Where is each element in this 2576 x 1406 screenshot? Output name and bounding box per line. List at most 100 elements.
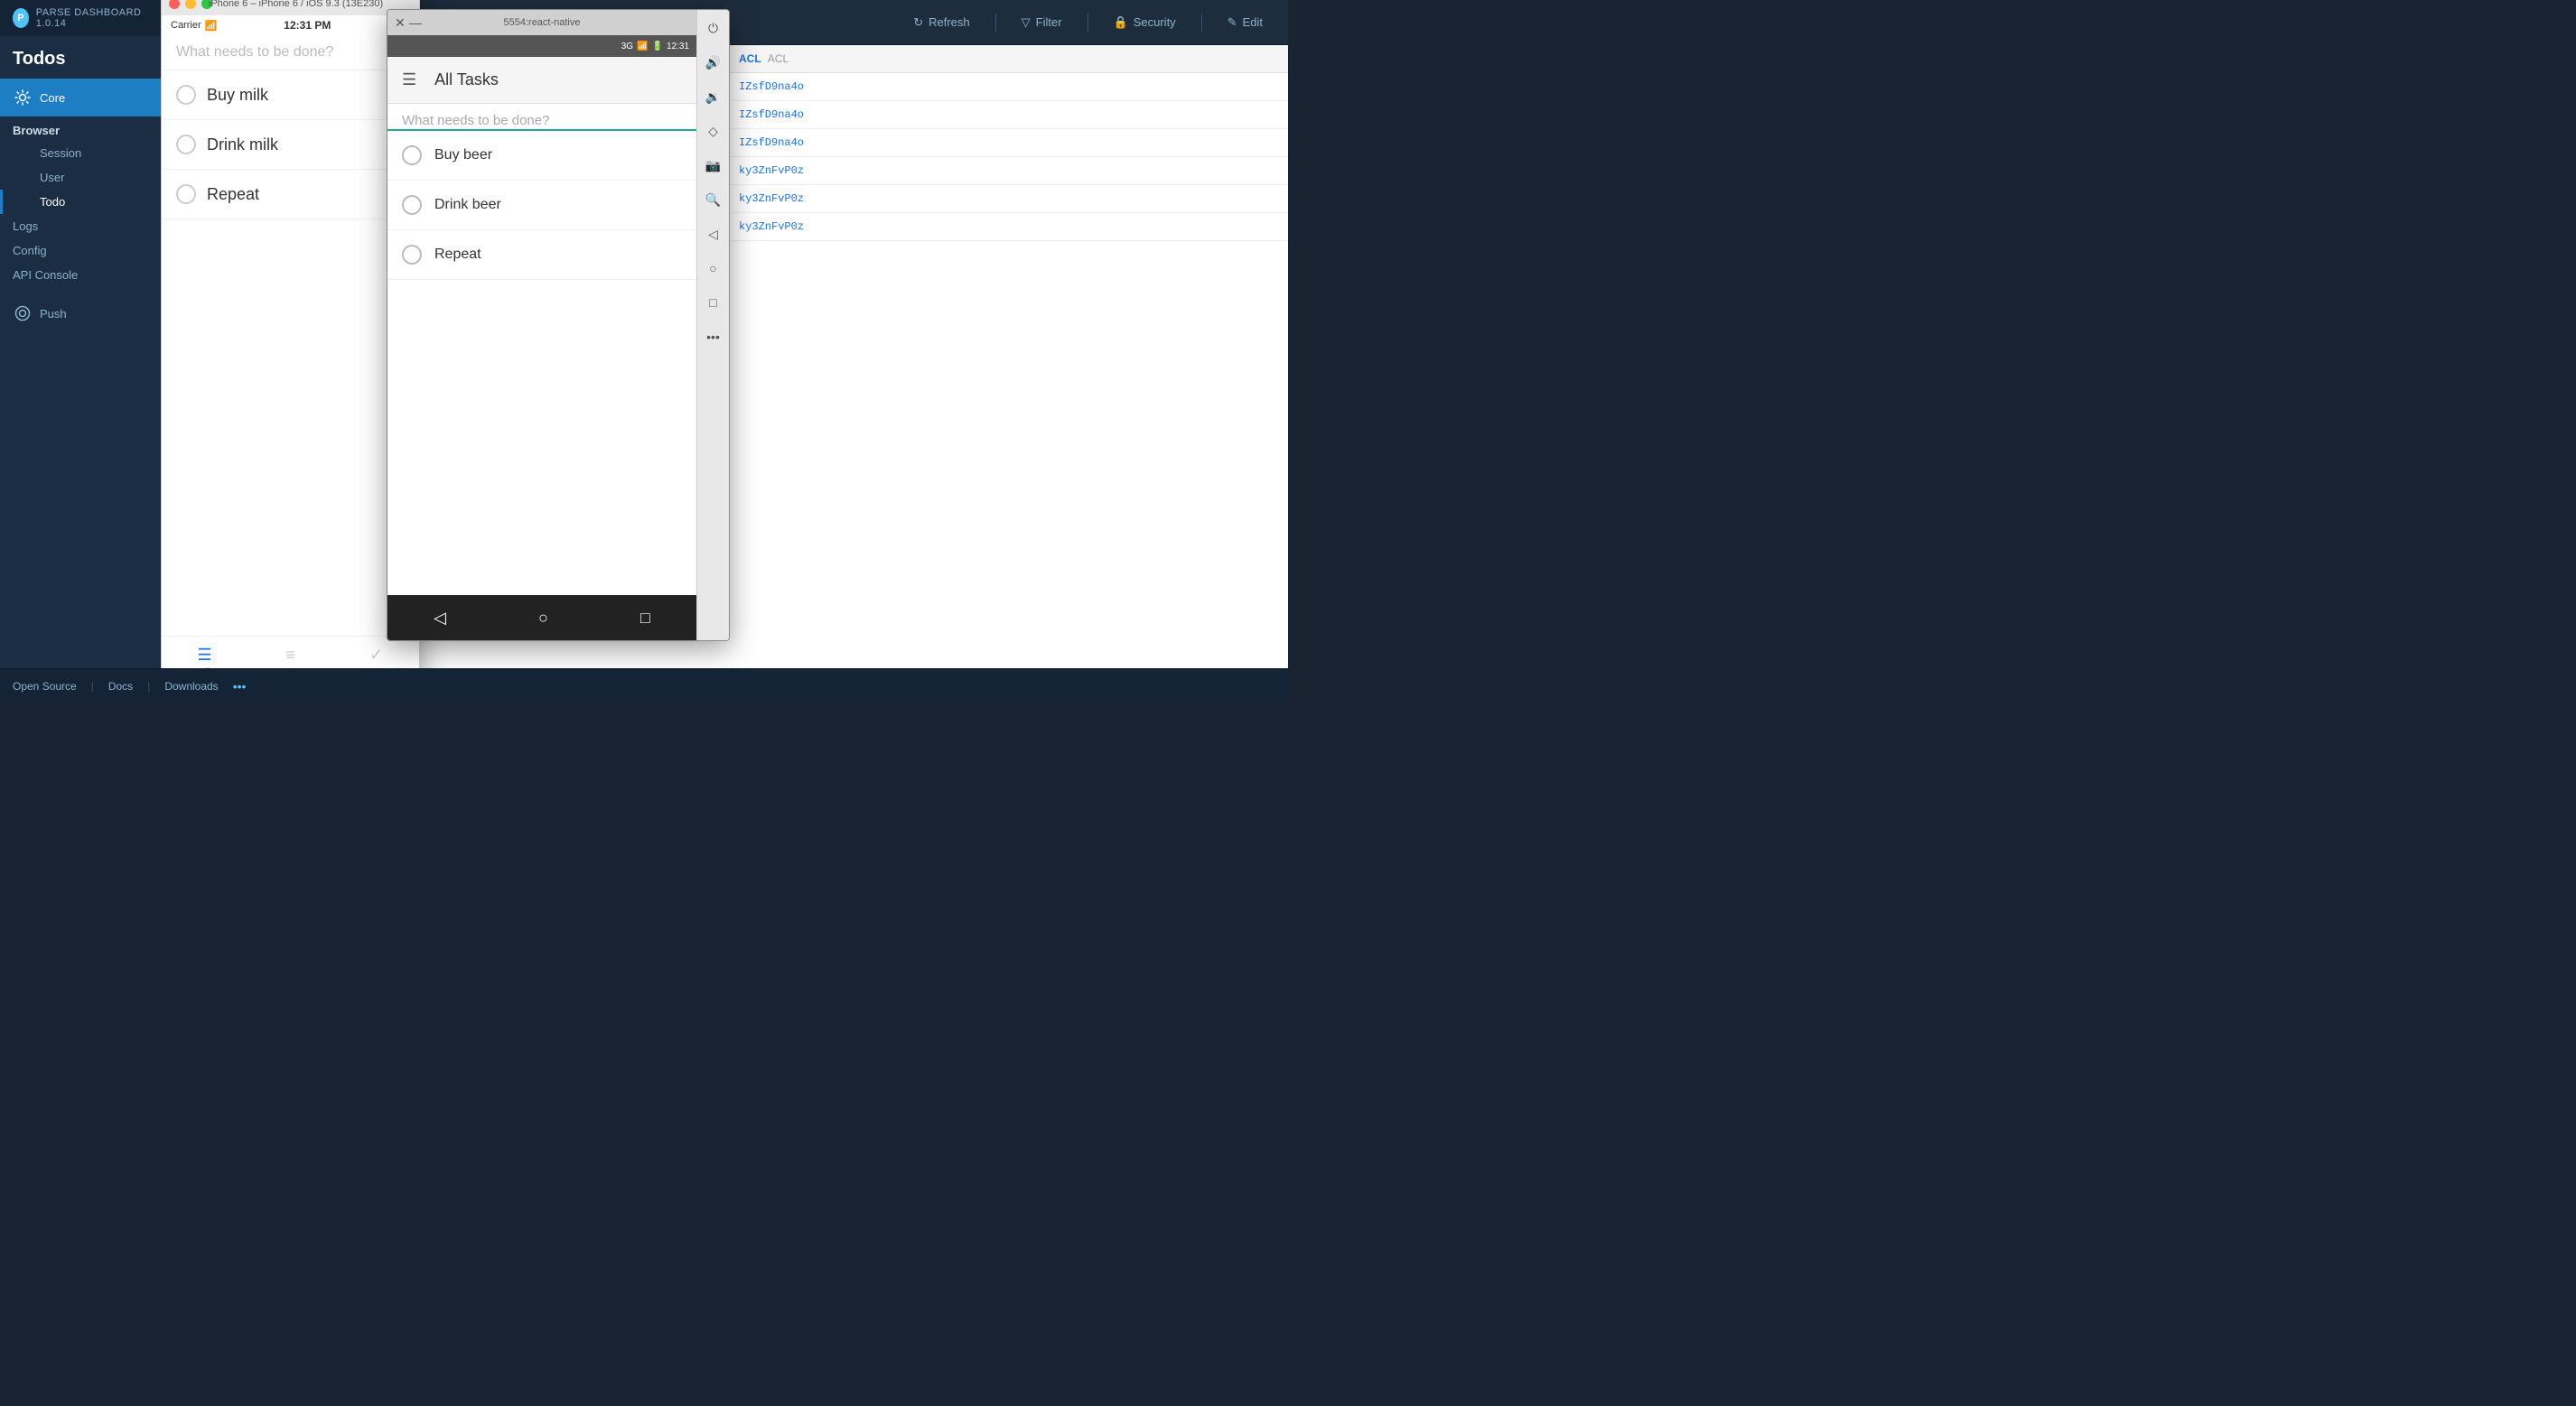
sidebar-item-logs[interactable]: Logs bbox=[0, 214, 161, 238]
edit-button[interactable]: ✎ Edit bbox=[1220, 12, 1270, 33]
ios-todo-radio-3[interactable] bbox=[176, 184, 196, 204]
ios-input-area[interactable]: What needs to be done? bbox=[162, 35, 419, 70]
android-circle-button[interactable]: ○ bbox=[703, 257, 724, 279]
android-main: ✕ — 5554:react-native 3G 📶 🔋 12:31 ☰ All… bbox=[387, 10, 696, 640]
ios-todo-radio-2[interactable] bbox=[176, 135, 196, 154]
android-vol-down-button[interactable]: 🔉 bbox=[703, 86, 724, 107]
filter-icon: ▽ bbox=[1022, 15, 1031, 30]
user-label: User bbox=[40, 171, 64, 184]
android-back-button[interactable]: ◁ bbox=[434, 609, 446, 628]
ios-input-placeholder: What needs to be done? bbox=[176, 44, 333, 60]
android-wifi-icon: 📶 bbox=[637, 42, 648, 51]
ios-tab-bar: ☰ All ≡ Active ✓ Completed bbox=[162, 636, 419, 668]
ios-tab-completed-label: Completed bbox=[354, 667, 397, 669]
bottom-bar: Open Source | Docs | Downloads ••• bbox=[0, 668, 1288, 703]
security-button[interactable]: 🔒 Security bbox=[1106, 12, 1183, 33]
edit-label: Edit bbox=[1243, 15, 1263, 29]
android-screenshot-button[interactable]: 📷 bbox=[703, 154, 724, 176]
more-dots[interactable]: ••• bbox=[233, 679, 247, 694]
android-rotate-button[interactable]: ◇ bbox=[703, 120, 724, 142]
sidebar-item-push[interactable]: Push bbox=[0, 294, 161, 332]
ios-titlebar: iPhone 6 – iPhone 6 / iOS 9.3 (13E230) bbox=[162, 0, 419, 15]
session-label: Session bbox=[40, 146, 81, 160]
android-min-button[interactable]: — bbox=[409, 15, 422, 30]
android-more-button[interactable]: ••• bbox=[703, 326, 724, 348]
sidebar-item-config[interactable]: Config bbox=[0, 238, 161, 263]
android-todo-item-3: Repeat bbox=[387, 230, 696, 280]
android-emulator-sidebar: ⏻ 🔊 🔉 ◇ 📷 🔍 ◁ ○ □ ••• bbox=[696, 10, 729, 640]
refresh-button[interactable]: ↻ Refresh bbox=[906, 12, 976, 33]
ios-todo-item-1: Buy milk bbox=[162, 70, 419, 120]
android-square-button[interactable]: □ bbox=[703, 292, 724, 313]
toolbar-sep-2 bbox=[1087, 14, 1088, 32]
android-home-button[interactable]: ○ bbox=[538, 609, 548, 628]
android-input-area[interactable]: What needs to be done? bbox=[387, 104, 696, 131]
android-todo-radio-2[interactable] bbox=[402, 195, 422, 215]
table-cell-acl: ky3ZnFvP0z bbox=[724, 157, 1288, 185]
android-status-bar: 3G 📶 🔋 12:31 bbox=[387, 35, 696, 57]
android-recents-button[interactable]: □ bbox=[640, 609, 650, 628]
android-todo-text-3: Repeat bbox=[434, 247, 481, 263]
push-icon bbox=[13, 303, 33, 323]
android-menu-icon[interactable]: ☰ bbox=[402, 70, 416, 89]
push-label: Push bbox=[40, 307, 67, 321]
sidebar-item-browser[interactable]: Browser bbox=[0, 116, 161, 141]
table-cell-acl: IZsfD9na4o bbox=[724, 73, 1288, 101]
open-source-link[interactable]: Open Source bbox=[13, 680, 77, 693]
sidebar-item-todo[interactable]: Todo bbox=[0, 190, 161, 214]
sep-1: | bbox=[91, 680, 94, 693]
android-app-bar: ☰ All Tasks bbox=[387, 57, 696, 104]
ios-tab-all-label: All bbox=[200, 667, 210, 669]
sidebar-item-session[interactable]: Session bbox=[0, 141, 161, 165]
android-todo-radio-1[interactable] bbox=[402, 145, 422, 165]
refresh-icon: ↻ bbox=[913, 15, 923, 30]
sep-2: | bbox=[147, 680, 150, 693]
security-label: Security bbox=[1134, 15, 1176, 29]
ios-tab-completed[interactable]: ✓ Completed bbox=[333, 646, 419, 669]
docs-link[interactable]: Docs bbox=[108, 680, 133, 693]
sidebar-item-api-console[interactable]: API Console bbox=[0, 263, 161, 287]
ios-close-button[interactable] bbox=[169, 0, 180, 9]
ios-tab-active[interactable]: ≡ Active bbox=[247, 646, 333, 669]
sidebar-item-core[interactable]: Core bbox=[0, 79, 161, 116]
android-undo-button[interactable]: ◁ bbox=[703, 223, 724, 245]
logs-label: Logs bbox=[13, 219, 38, 233]
ios-todo-text-3: Repeat bbox=[207, 185, 259, 204]
todo-label: Todo bbox=[40, 195, 65, 209]
android-vol-up-button[interactable]: 🔊 bbox=[703, 51, 724, 73]
ios-tab-active-label: Active bbox=[278, 667, 303, 669]
parse-logo: P bbox=[13, 8, 29, 28]
ios-status-bar: Carrier 📶 12:31 PM 🔋 bbox=[162, 15, 419, 35]
downloads-link[interactable]: Downloads bbox=[164, 680, 218, 693]
col-name-acl: ACL bbox=[739, 52, 761, 65]
filter-button[interactable]: ▽ Filter bbox=[1014, 12, 1069, 33]
ios-todo-item-3: Repeat bbox=[162, 170, 419, 219]
android-power-button[interactable]: ⏻ bbox=[703, 17, 724, 39]
android-close-button[interactable]: ✕ bbox=[395, 15, 406, 31]
ios-todo-text-1: Buy milk bbox=[207, 86, 268, 105]
security-icon: 🔒 bbox=[1114, 15, 1128, 30]
table-cell-acl: IZsfD9na4o bbox=[724, 101, 1288, 129]
ios-todo-radio-1[interactable] bbox=[176, 85, 196, 105]
sidebar-item-user[interactable]: User bbox=[0, 165, 161, 190]
parse-dashboard-label: PARSE DASHBOARD 1.0.14 bbox=[36, 7, 148, 29]
ios-tab-all[interactable]: ☰ All bbox=[162, 646, 247, 669]
android-zoom-button[interactable]: 🔍 bbox=[703, 189, 724, 210]
android-titlebar: ✕ — 5554:react-native bbox=[387, 10, 696, 35]
refresh-label: Refresh bbox=[929, 15, 970, 29]
toolbar-sep-1 bbox=[995, 14, 996, 32]
ios-tab-all-icon: ☰ bbox=[197, 646, 211, 665]
android-todo-radio-3[interactable] bbox=[402, 245, 422, 265]
sidebar-header: P PARSE DASHBOARD 1.0.14 bbox=[0, 0, 161, 36]
toolbar-sep-3 bbox=[1201, 14, 1202, 32]
col-type-acl: ACL bbox=[768, 52, 789, 65]
ios-todo-text-2: Drink milk bbox=[207, 135, 278, 154]
ios-titlebar-title: iPhone 6 – iPhone 6 / iOS 9.3 (13E230) bbox=[180, 0, 412, 9]
android-titlebar-text: 5554:react-native bbox=[504, 17, 581, 28]
table-cell-acl: IZsfD9na4o bbox=[724, 129, 1288, 157]
app-container: P PARSE DASHBOARD 1.0.14 Todos Core Brow… bbox=[0, 0, 1288, 668]
ios-todo-item-2: Drink milk bbox=[162, 120, 419, 170]
ios-todo-list: Buy milk Drink milk Repeat bbox=[162, 70, 419, 636]
edit-icon: ✎ bbox=[1227, 15, 1237, 30]
table-cell-acl: ky3ZnFvP0z bbox=[724, 213, 1288, 241]
